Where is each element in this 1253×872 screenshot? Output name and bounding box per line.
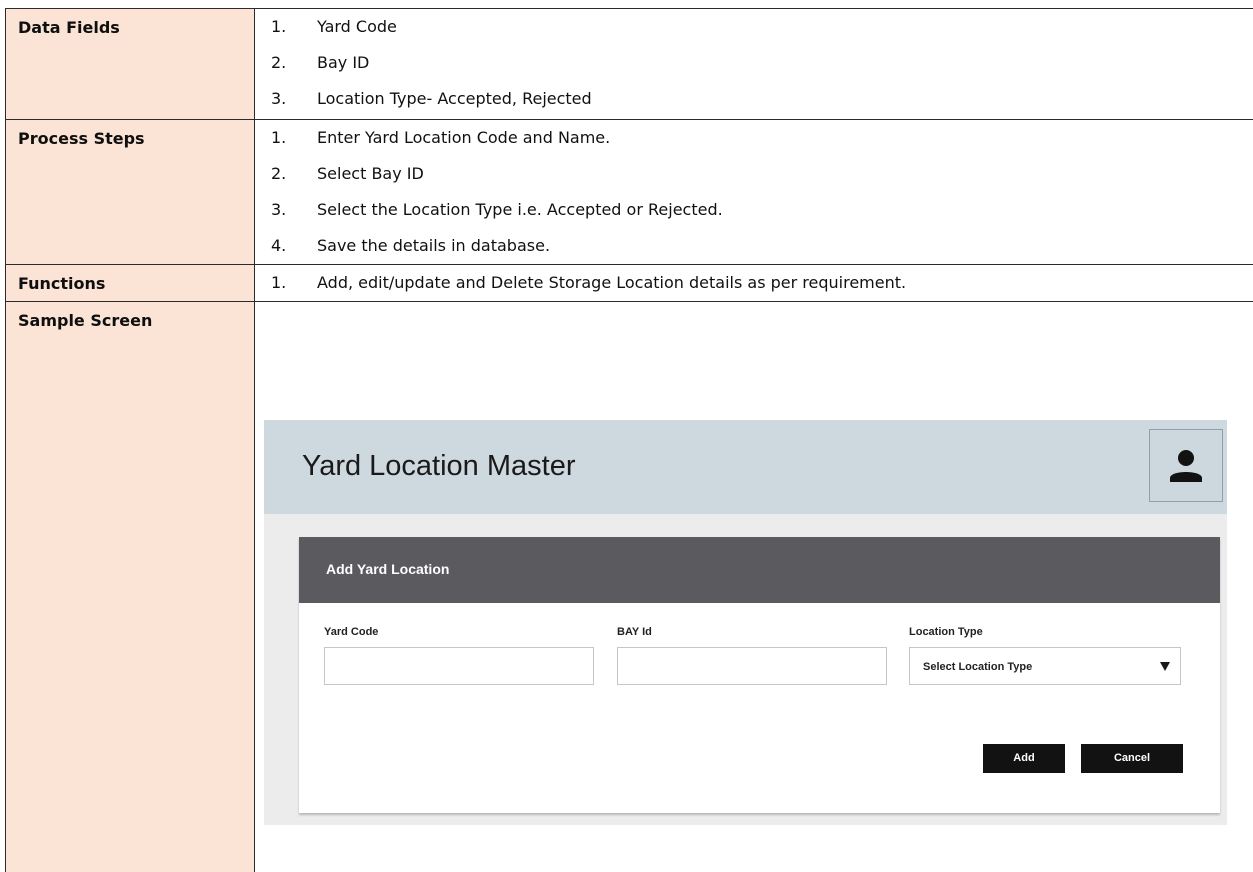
add-button[interactable]: Add xyxy=(983,744,1065,773)
list-text: Bay ID xyxy=(317,53,370,72)
card-title: Add Yard Location xyxy=(326,561,450,577)
list-text: Location Type- Accepted, Rejected xyxy=(317,89,592,108)
row-functions: Functions 1. Add, edit/update and Delete… xyxy=(6,265,1253,302)
yard-code-label: Yard Code xyxy=(324,626,379,638)
row-label-cell: Sample Screen xyxy=(6,302,255,872)
list-number: 3. xyxy=(271,89,287,108)
user-icon xyxy=(1170,450,1202,482)
bay-id-input[interactable] xyxy=(617,647,887,685)
card-header: Add Yard Location xyxy=(299,537,1220,603)
list-number: 2. xyxy=(271,164,287,183)
location-type-select[interactable]: Select Location Type xyxy=(909,647,1181,685)
list-number: 1. xyxy=(271,17,287,36)
list-text: Select Bay ID xyxy=(317,164,424,183)
row-label: Sample Screen xyxy=(18,311,153,330)
profile-button[interactable] xyxy=(1149,429,1223,502)
row-label-cell: Data Fields xyxy=(6,9,255,119)
row-value-cell: 1. Enter Yard Location Code and Name. 2.… xyxy=(255,120,1253,264)
list-text: Enter Yard Location Code and Name. xyxy=(317,128,611,147)
list-text: Select the Location Type i.e. Accepted o… xyxy=(317,200,723,219)
cancel-button[interactable]: Cancel xyxy=(1081,744,1183,773)
sample-screen: Yard Location Master Add Yard Location Y… xyxy=(264,420,1227,825)
row-value-cell: 1. Yard Code 2. Bay ID 3. Location Type-… xyxy=(255,9,1253,119)
row-value-cell: 1. Add, edit/update and Delete Storage L… xyxy=(255,265,1253,301)
list-number: 1. xyxy=(271,128,287,147)
location-type-label: Location Type xyxy=(909,626,983,638)
bay-id-label: BAY Id xyxy=(617,626,652,638)
row-label-cell: Process Steps xyxy=(6,120,255,264)
yard-code-input[interactable] xyxy=(324,647,594,685)
row-label: Process Steps xyxy=(18,129,145,148)
row-label: Functions xyxy=(18,274,106,293)
row-process-steps: Process Steps 1. Enter Yard Location Cod… xyxy=(6,120,1253,265)
row-data-fields: Data Fields 1. Yard Code 2. Bay ID 3. Lo… xyxy=(6,9,1253,120)
list-number: 4. xyxy=(271,236,287,255)
page-title: Yard Location Master xyxy=(302,450,576,482)
list-text: Save the details in database. xyxy=(317,236,551,255)
list-text: Add, edit/update and Delete Storage Loca… xyxy=(317,273,907,292)
row-label-cell: Functions xyxy=(6,265,255,301)
list-number: 2. xyxy=(271,53,287,72)
add-location-card: Add Yard Location Yard Code BAY Id Locat… xyxy=(299,537,1220,813)
list-number: 1. xyxy=(271,273,287,292)
chevron-down-icon xyxy=(1160,662,1170,671)
row-label: Data Fields xyxy=(18,18,120,37)
select-value: Select Location Type xyxy=(923,661,1033,673)
list-text: Yard Code xyxy=(317,17,397,36)
list-number: 3. xyxy=(271,200,287,219)
app-header: Yard Location Master xyxy=(264,420,1227,514)
